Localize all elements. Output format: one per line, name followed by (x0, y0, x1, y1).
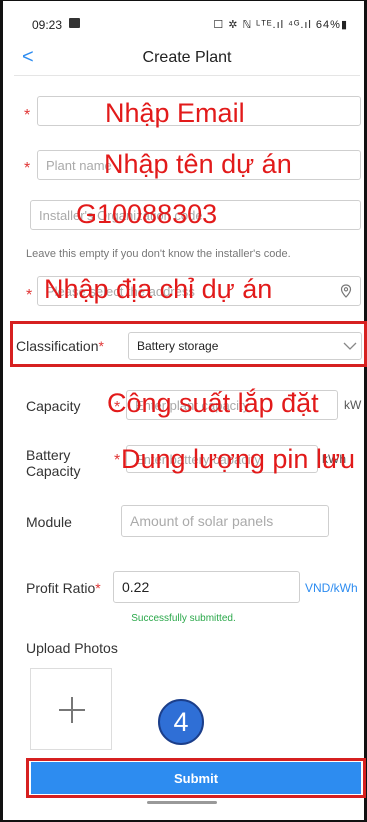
calendar-icon (69, 18, 80, 28)
annotation-plant-name: Nhập tên dự án (104, 149, 292, 179)
annotation-code: G10088303 (76, 199, 218, 229)
required-mark: * (24, 107, 31, 124)
success-message: Successfully submitted. (131, 613, 236, 624)
battery-capacity-label-2: Capacity (26, 463, 81, 479)
chevron-down-icon[interactable] (343, 339, 357, 353)
required-mark: * (24, 160, 31, 177)
home-indicator (147, 801, 217, 804)
required-mark: * (114, 452, 121, 469)
location-pin-icon[interactable] (340, 284, 352, 298)
module-placeholder: Amount of solar panels (130, 513, 274, 529)
submit-button[interactable]: Submit (31, 762, 361, 794)
annotation-address: Nhập địa chỉ dự án (44, 274, 273, 304)
capacity-unit: kW (344, 398, 362, 412)
required-mark: * (26, 287, 33, 304)
required-mark: * (95, 580, 101, 596)
installer-hint: Leave this empty if you don't know the i… (26, 248, 291, 260)
required-mark: * (98, 338, 104, 354)
profit-ratio-label: Profit Ratio* (26, 580, 101, 596)
upload-photos-label: Upload Photos (26, 640, 118, 656)
classification-label: Classification* (16, 338, 104, 354)
module-label: Module (26, 514, 72, 530)
profit-ratio-value: 0.22 (122, 579, 150, 595)
step-badge: 4 (158, 699, 204, 745)
classification-label-text: Classification (16, 338, 99, 354)
upload-photo-button[interactable] (30, 668, 112, 750)
top-bar: < Create Plant (14, 40, 360, 76)
profit-ratio-unit: VND/kWh (305, 581, 358, 595)
profit-ratio-label-text: Profit Ratio (26, 580, 96, 596)
annotation-capacity: Công suất lắp đặt (107, 388, 319, 418)
module-field[interactable]: Amount of solar panels (121, 505, 329, 537)
profit-ratio-field[interactable]: 0.22 (113, 571, 300, 603)
status-bar: 09:23 ☐ ✲ ℕ ᴸᵀᴱ.ıl ⁴ᴳ.ıl 64%▮ (24, 12, 354, 34)
capacity-label: Capacity (26, 398, 81, 414)
battery-capacity-label: Battery Capacity (26, 447, 80, 479)
plant-name-placeholder: Plant name (46, 157, 112, 173)
status-time: 09:23 (32, 18, 63, 32)
page-title: Create Plant (142, 49, 232, 66)
classification-select[interactable]: Battery storage (128, 332, 362, 360)
annotation-battery: Dung lượng pin lưu (121, 444, 355, 474)
status-icons: ☐ ✲ ℕ ᴸᵀᴱ.ıl ⁴ᴳ.ıl 64%▮ (213, 19, 348, 31)
classification-value: Battery storage (137, 339, 219, 353)
battery-capacity-label-1: Battery (26, 447, 71, 463)
annotation-email: Nhập Email (105, 98, 245, 128)
